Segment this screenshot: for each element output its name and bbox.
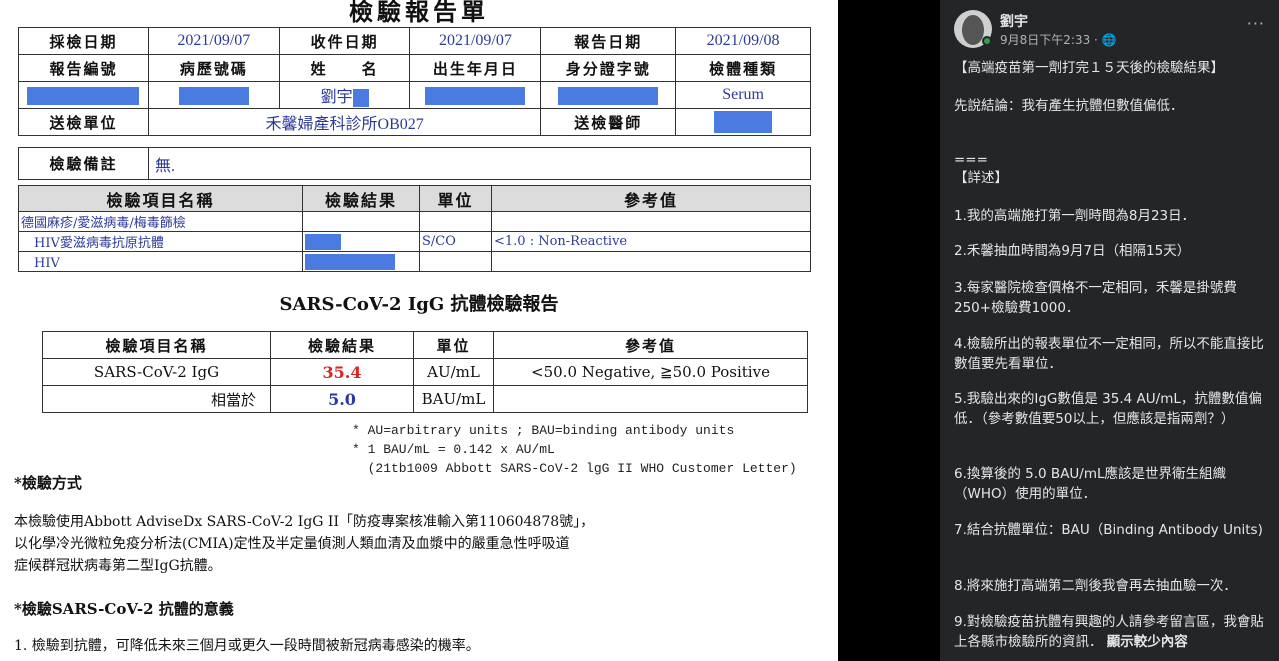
id-number-label: 身分證字號: [540, 54, 677, 82]
table-row: SARS-CoV-2 IgG 35.4 AU/mL <50.0 Negative…: [42, 358, 808, 386]
igg-table: 檢驗項目名稱 檢驗結果 單位 參考值 SARS-CoV-2 IgG 35.4 A…: [42, 331, 808, 413]
igg-item-name: SARS-CoV-2 IgG: [42, 358, 271, 386]
lab-report-image: 檢驗報告單 採檢日期 2021/09/07 收件日期 2021/09/07 報告…: [0, 0, 838, 661]
redaction-block: [425, 86, 526, 105]
redaction-block: [178, 86, 249, 105]
send-doctor-label: 送檢醫師: [540, 108, 677, 136]
report-no-label: 報告編號: [18, 54, 149, 82]
igg-reference: <50.0 Negative, ≧50.0 Positive: [493, 358, 808, 386]
table-row: HIV愛滋病毒抗原抗體 S/CO <1.0 : Non-Reactive: [18, 231, 811, 252]
method-heading: *檢驗方式: [14, 474, 82, 492]
specimen-value: Serum: [675, 81, 811, 109]
report-date-value: 2021/09/08: [675, 27, 811, 55]
report-no-value: [18, 81, 149, 109]
redaction-block: [27, 86, 140, 105]
social-post: 劉宇 9月8日下午2:33 · 🌐 ··· 【高端疫苗第一劑打完１５天後的檢驗結…: [940, 0, 1279, 661]
redaction-block: [305, 253, 395, 270]
redaction-block: [305, 233, 341, 250]
igg-col-item: 檢驗項目名稱: [42, 331, 271, 359]
post-point-8: 8.將來施打高端第二劑後我會再去抽血驗一次．: [954, 578, 1237, 594]
report-title: 檢驗報告單: [349, 0, 489, 26]
post-point-1: 1.我的高端施打第一劑時間為8月23日．: [954, 208, 1196, 224]
meaning-text: 1. 檢驗到抗體，可降低未來三個月或更久一段時間被新冠病毒感染的機率。: [14, 638, 480, 654]
chart-no-value: [147, 81, 280, 109]
method-text: 本檢驗使用Abbott AdviseDx SARS-CoV-2 IgG II「防…: [14, 514, 595, 574]
birthdate-label: 出生年月日: [409, 54, 542, 82]
col-header-item: 檢驗項目名稱: [18, 185, 303, 212]
post-conclusion: 先說結論：我有產生抗體但數值偏低．: [954, 98, 1184, 114]
col-header-result: 檢驗結果: [302, 185, 420, 212]
post-detail-heading: 【詳述】: [954, 170, 1008, 186]
unit-notes: * AU=arbitrary units ; BAU=binding antib…: [352, 423, 797, 476]
remark-value: 無.: [148, 147, 811, 180]
divider-gap: [838, 0, 940, 661]
birthdate-value: [409, 81, 542, 109]
post-point-9: 9.對檢驗疫苗抗體有興趣的人請參考留言區，我會貼上各縣市檢驗所的資訊． 顯示較少…: [954, 614, 1264, 650]
table-row: 相當於 5.0 BAU/mL: [42, 385, 808, 413]
post-point-5: 5.我驗出來的IgG數值是 35.4 AU/mL，抗體數值偏低．（參考數值要50…: [954, 391, 1262, 427]
col-header-reference: 參考值: [491, 185, 811, 212]
table-row: 德國麻疹/愛滋病毒/梅毒篩檢: [18, 211, 811, 232]
name-value: 劉宇: [278, 81, 411, 109]
post-point-2: 2.禾馨抽血時間為9月7日（相隔15天）: [954, 243, 1191, 259]
meaning-heading: *檢驗SARS-CoV-2 抗體的意義: [14, 600, 234, 618]
specimen-label: 檢體種類: [675, 54, 811, 82]
bau-result-value: 5.0: [270, 385, 414, 413]
collect-date-label: 採檢日期: [18, 27, 149, 55]
receive-date-value: 2021/09/07: [409, 27, 542, 55]
online-status-dot: [982, 36, 992, 46]
igg-col-unit: 單位: [413, 331, 494, 359]
remark-table: 檢驗備註 無.: [18, 147, 811, 180]
post-point-4: 4.檢驗所出的報表單位不一定相同，所以不能直接比數值要先看單位．: [954, 336, 1264, 372]
send-doctor-value: [675, 108, 811, 136]
send-unit-value: 禾馨婦產科診所OB027: [147, 108, 542, 136]
test-items-table: 檢驗項目名稱 檢驗結果 單位 參考值 德國麻疹/愛滋病毒/梅毒篩檢 HIV愛滋病…: [18, 185, 811, 272]
equivalent-label: 相當於: [42, 385, 271, 413]
remark-label: 檢驗備註: [18, 147, 149, 180]
post-title-line: 【高端疫苗第一劑打完１５天後的檢驗結果】: [954, 60, 1224, 76]
igg-section-title: SARS-CoV-2 IgG 抗體檢驗報告: [279, 294, 559, 315]
report-date-label: 報告日期: [540, 27, 677, 55]
table-row: HIV: [18, 251, 811, 272]
igg-col-reference: 參考值: [493, 331, 808, 359]
post-point-3: 3.每家醫院檢查價格不一定相同，禾馨是掛號費250+檢驗費1000．: [954, 280, 1237, 316]
igg-unit: AU/mL: [413, 358, 494, 386]
bau-unit: BAU/mL: [413, 385, 494, 413]
post-point-7: 7.結合抗體單位：BAU（Binding Antibody Units): [954, 522, 1263, 538]
post-author[interactable]: 劉宇: [1000, 11, 1028, 31]
redaction-block: [352, 89, 369, 107]
chart-no-label: 病歷號碼: [147, 54, 280, 82]
collect-date-value: 2021/09/07: [147, 27, 280, 55]
igg-col-result: 檢驗結果: [270, 331, 414, 359]
post-point-6: 6.換算後的 5.0 BAU/mL應該是世界衛生組織（WHO）使用的單位．: [954, 466, 1227, 502]
globe-icon: 🌐: [1101, 33, 1117, 47]
receive-date-label: 收件日期: [278, 27, 411, 55]
redaction-block: [714, 111, 773, 133]
redaction-block: [558, 86, 659, 105]
name-label: 姓 名: [278, 54, 411, 82]
more-options-button[interactable]: ···: [1247, 14, 1265, 33]
id-number-value: [540, 81, 677, 109]
col-header-unit: 單位: [419, 185, 492, 212]
igg-result-value: 35.4: [270, 358, 414, 386]
post-separator: ===: [954, 152, 988, 168]
see-less-link[interactable]: 顯示較少內容: [1107, 634, 1188, 650]
report-header-table: 採檢日期 2021/09/07 收件日期 2021/09/07 報告日期 202…: [18, 27, 811, 136]
send-unit-label: 送檢單位: [18, 108, 149, 136]
post-timestamp[interactable]: 9月8日下午2:33 · 🌐: [1000, 31, 1117, 48]
